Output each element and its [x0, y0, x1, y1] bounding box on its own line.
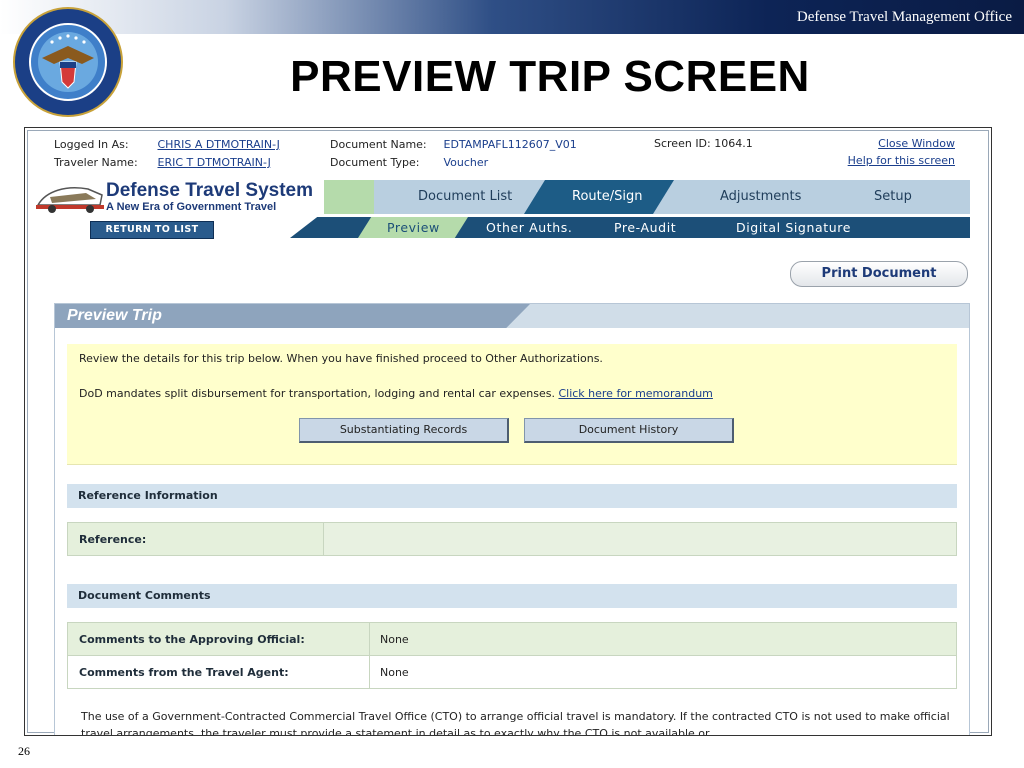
notice-instructions: Review the details for this trip below. … — [79, 352, 603, 365]
comments-table: Comments to the Approving Official: None… — [67, 622, 957, 689]
column-divider — [369, 623, 370, 655]
table-row: Comments from the Travel Agent: None — [68, 656, 956, 688]
cto-notice-text: The use of a Government-Contracted Comme… — [81, 710, 950, 736]
reference-section-header: Reference Information — [67, 484, 957, 508]
document-name-row: Document Name: EDTAMPAFL112607_V01 — [330, 138, 577, 151]
document-type-value: Voucher — [443, 156, 489, 169]
column-divider — [369, 656, 370, 688]
dts-app-window: Logged In As: CHRIS A DTMOTRAIN-J Travel… — [24, 127, 992, 736]
app-content: Logged In As: CHRIS A DTMOTRAIN-J Travel… — [27, 130, 989, 736]
document-history-button[interactable]: Document History — [524, 418, 734, 443]
traveler-label: Traveler Name: — [54, 156, 138, 169]
memorandum-link[interactable]: Click here for memorandum — [558, 387, 712, 400]
notice-mandate: DoD mandates split disbursement for tran… — [79, 387, 713, 400]
help-link[interactable]: Help for this screen — [848, 154, 955, 167]
return-to-list-button[interactable]: RETURN TO LIST — [90, 221, 214, 239]
panel-header: Preview Trip — [55, 304, 969, 328]
reference-label: Reference: — [79, 533, 147, 546]
slide-header-bar: Defense Travel Management Office — [0, 0, 1024, 34]
print-document-button[interactable]: Print Document — [790, 261, 968, 287]
substantiating-records-button[interactable]: Substantiating Records — [299, 418, 509, 443]
close-window-row: Close Window — [878, 137, 955, 150]
nav-setup[interactable]: Setup — [874, 189, 912, 204]
dts-tagline: A New Era of Government Travel — [106, 201, 277, 213]
screen-id-row: Screen ID: 1064.1 — [654, 137, 753, 150]
approving-official-comments-value: None — [380, 633, 409, 646]
panel-title: Preview Trip — [67, 307, 162, 324]
notice-mandate-text: DoD mandates split disbursement for tran… — [79, 387, 555, 400]
travel-agent-comments-value: None — [380, 666, 409, 679]
traveler-row: Traveler Name: ERIC T DTMOTRAIN-J — [54, 156, 271, 169]
slide-page-number: 26 — [18, 744, 30, 758]
table-row: Comments to the Approving Official: None — [68, 623, 956, 656]
travel-agent-comments-label: Comments from the Travel Agent: — [79, 666, 289, 679]
close-window-link[interactable]: Close Window — [878, 137, 955, 150]
subnav-pre-audit[interactable]: Pre-Audit — [614, 220, 676, 235]
slide-title: PREVIEW TRIP SCREEN — [290, 52, 810, 101]
help-row: Help for this screen — [848, 154, 955, 167]
document-name-label: Document Name: — [330, 138, 427, 151]
nav-adjustments[interactable]: Adjustments — [720, 189, 801, 204]
approving-official-comments-label: Comments to the Approving Official: — [79, 633, 305, 646]
subnav-other-auths[interactable]: Other Auths. — [486, 220, 572, 235]
document-type-label: Document Type: — [330, 156, 420, 169]
dts-car-icon — [36, 187, 104, 213]
logged-in-row: Logged In As: CHRIS A DTMOTRAIN-J — [54, 138, 280, 151]
traveler-name-link[interactable]: ERIC T DTMOTRAIN-J — [158, 156, 271, 169]
notice-box: Review the details for this trip below. … — [67, 344, 957, 465]
subnav-preview[interactable]: Preview — [387, 220, 440, 235]
subnav-digital-signature[interactable]: Digital Signature — [736, 220, 851, 235]
screen-id-value: 1064.1 — [714, 137, 753, 150]
reference-value — [324, 523, 956, 555]
preview-trip-panel: Preview Trip Review the details for this… — [54, 303, 970, 736]
comments-section-header: Document Comments — [67, 584, 957, 608]
screen-id-label: Screen ID: — [654, 137, 711, 150]
document-type-row: Document Type: Voucher — [330, 156, 488, 169]
document-name-value: EDTAMPAFL112607_V01 — [443, 138, 577, 151]
logged-in-user-link[interactable]: CHRIS A DTMOTRAIN-J — [158, 138, 280, 151]
nav-route-sign[interactable]: Route/Sign — [572, 189, 642, 204]
logged-in-label: Logged In As: — [54, 138, 129, 151]
nav-accent — [324, 180, 374, 214]
organization-name: Defense Travel Management Office — [796, 9, 1012, 25]
reference-row: Reference: — [67, 522, 957, 556]
nav-document-list[interactable]: Document List — [418, 189, 512, 204]
dts-app-name: Defense Travel System — [106, 180, 314, 201]
